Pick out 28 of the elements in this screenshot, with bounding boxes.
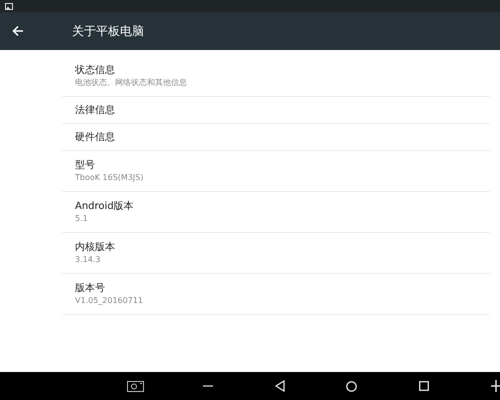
settings-item[interactable]: Android版本 5.1	[62, 192, 490, 233]
recents-icon[interactable]	[419, 381, 429, 391]
item-title: 型号	[75, 159, 96, 172]
settings-item[interactable]: 状态信息 电池状态、网络状态和其他信息	[62, 56, 490, 97]
home-icon[interactable]	[346, 380, 357, 392]
settings-item[interactable]: 版本号 V1.05_20160711	[62, 274, 490, 315]
page-title: 关于平板电脑	[72, 23, 144, 40]
item-title: Android版本	[75, 200, 135, 213]
item-summary: V1.05_20160711	[75, 295, 144, 306]
settings-item[interactable]: 硬件信息	[62, 124, 490, 151]
plus-icon[interactable]	[491, 380, 500, 392]
item-title: 法律信息	[75, 104, 116, 116]
camera-icon[interactable]	[127, 380, 144, 392]
item-summary: 5.1	[75, 213, 89, 224]
image-icon	[5, 2, 13, 10]
item-summary: 3.14.3	[75, 254, 102, 265]
item-title: 内核版本	[75, 241, 116, 254]
item-title: 硬件信息	[75, 130, 116, 144]
item-summary: 电池状态、网络状态和其他信息	[75, 77, 188, 88]
item-title: 版本号	[75, 282, 106, 295]
minus-icon[interactable]	[203, 385, 213, 387]
item-title: 状态信息	[75, 64, 116, 77]
settings-item[interactable]: 型号 TbooK 16S(M3JS)	[62, 151, 490, 192]
settings-item[interactable]: 法律信息	[62, 97, 490, 124]
settings-item[interactable]: 内核版本 3.14.3	[62, 233, 490, 274]
item-summary: TbooK 16S(M3JS)	[75, 172, 144, 183]
back-icon[interactable]	[275, 380, 285, 392]
back-arrow-icon	[12, 25, 24, 37]
